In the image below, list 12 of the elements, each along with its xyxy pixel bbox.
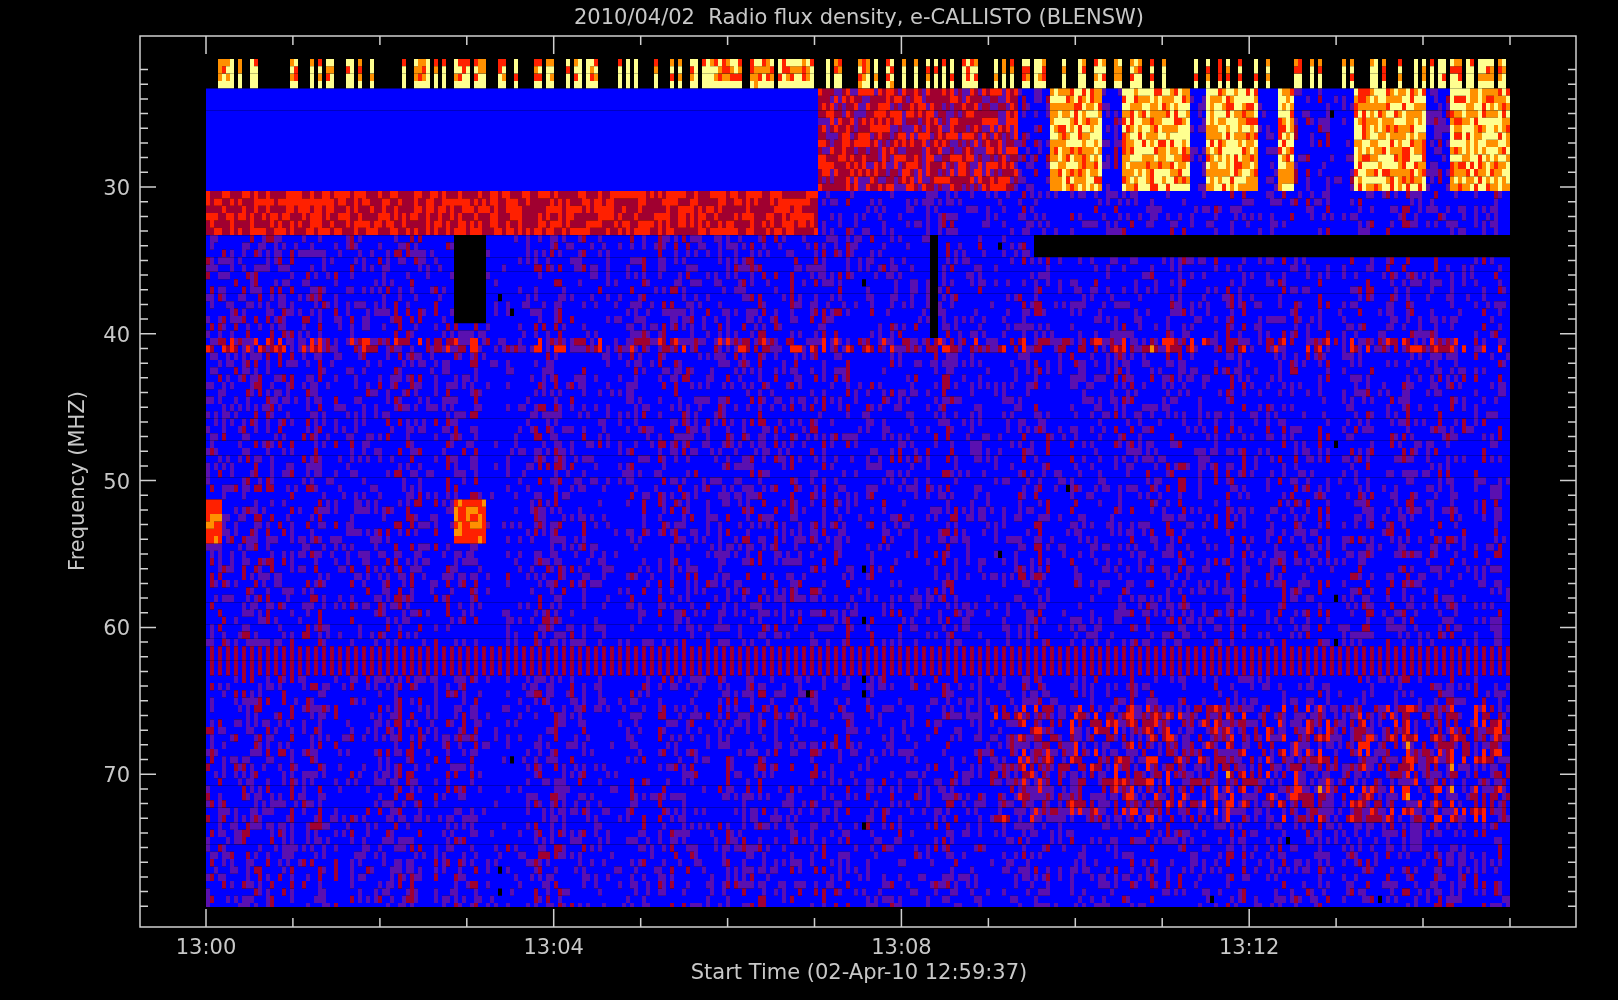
y-tick-label: 60: [103, 616, 130, 641]
x-tick-label: 13:00: [175, 935, 237, 959]
y-axis-label: Frequency (MHZ): [65, 391, 89, 571]
x-tick-label: 13:08: [871, 935, 932, 959]
chart-title: 2010/04/02 Radio flux density, e-CALLISTO (BLENSW): [573, 5, 1145, 29]
y-tick-label: 70: [103, 763, 130, 788]
x-tick-label: 13:04: [523, 935, 584, 959]
y-tick-label: 50: [103, 469, 130, 494]
y-tick-label: 30: [103, 176, 130, 200]
y-tick-label: 40: [103, 322, 130, 347]
x-tick-label: 13:12: [1218, 935, 1280, 959]
x-axis-label: Start Time (02-Apr-10 12:59:37): [690, 960, 1028, 984]
